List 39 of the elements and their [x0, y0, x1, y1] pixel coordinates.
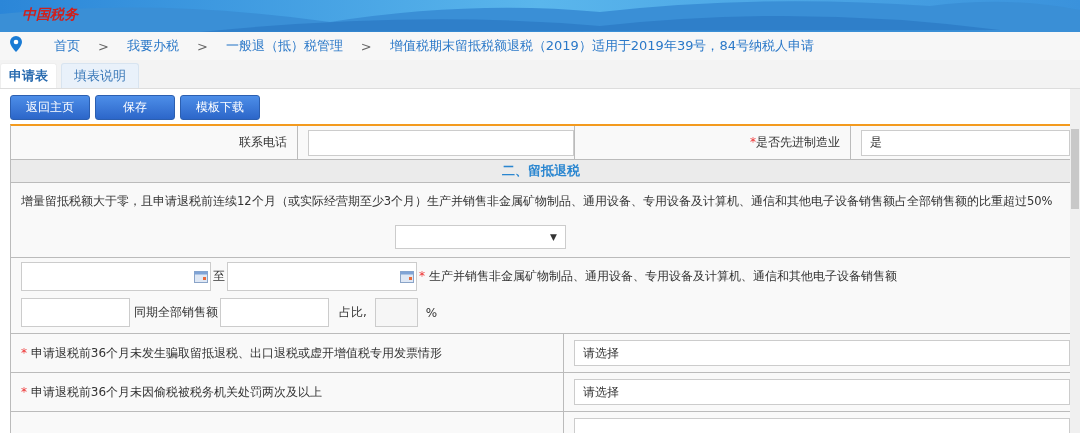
toolbar-button[interactable]: 保存	[95, 95, 175, 120]
location-pin-icon	[10, 36, 22, 52]
total-sales-input-field[interactable]	[220, 298, 329, 327]
range-label: 至	[213, 268, 225, 285]
tab[interactable]: 填表说明	[61, 63, 139, 88]
toolbar-button[interactable]: 模板下载	[180, 95, 260, 120]
date-input-field[interactable]	[21, 262, 211, 291]
percent-sign: %	[425, 305, 438, 320]
ratio-input-field	[374, 298, 418, 327]
question-label: * 申请退税前36个月未发生骗取留抵退税、出口退税或虚开增值税专用发票情形	[21, 344, 443, 362]
select-field[interactable]: 是	[861, 129, 1070, 156]
dropdown-field[interactable]: ▼	[395, 225, 566, 249]
logo-text: 中国税务	[22, 6, 78, 24]
field-label: * 生产并销售非金属矿物制品、通用设备、专用设备及计算机、通信和其他电子设备销售额	[419, 268, 897, 285]
field-label: *是否先进制造业	[750, 134, 840, 151]
phone-input-field[interactable]	[308, 129, 574, 156]
breadcrumb-separator: >	[360, 38, 372, 54]
field-label: 同期全部销售额	[134, 304, 218, 321]
sales-input-field[interactable]	[21, 298, 130, 327]
breadcrumb-separator: >	[98, 38, 109, 54]
caret-icon: ▼	[550, 232, 557, 242]
breadcrumb-link[interactable]: 一般退（抵）税管理	[225, 37, 343, 55]
question-label: * 申请退税前36个月未因偷税被税务机关处罚两次及以上	[21, 383, 323, 401]
section-title: 二、留抵退税	[501, 162, 580, 180]
field-label: 占比,	[339, 304, 367, 321]
scrollbar[interactable]	[1070, 89, 1080, 433]
breadcrumb-separator: >	[196, 38, 208, 54]
condition-text: 增量留抵税额大于零，且申请退税前连续12个月（或实际经营期至少3个月）生产并销售非金属矿物制品、通用设备、专用设备及计算机、通信和其他电子设备销售额占全部销售额的比重超过50%	[21, 194, 1054, 209]
calendar-icon	[194, 270, 208, 283]
field-label: 联系电话	[239, 134, 287, 151]
select-field[interactable]: 请选择	[574, 379, 1070, 405]
breadcrumb-link[interactable]: 首页	[54, 37, 80, 55]
calendar-icon	[400, 270, 414, 283]
select-field[interactable]: 请选择	[574, 340, 1070, 366]
breadcrumb-link[interactable]: 我要办税	[126, 37, 179, 55]
breadcrumb-link[interactable]: 增值税期末留抵税额退税（2019）适用于2019年39号，84号纳税人申请	[389, 37, 814, 55]
tab[interactable]: 申请表	[0, 63, 57, 88]
toolbar-button[interactable]: 返回主页	[10, 95, 90, 120]
date-input-field[interactable]	[227, 262, 417, 291]
